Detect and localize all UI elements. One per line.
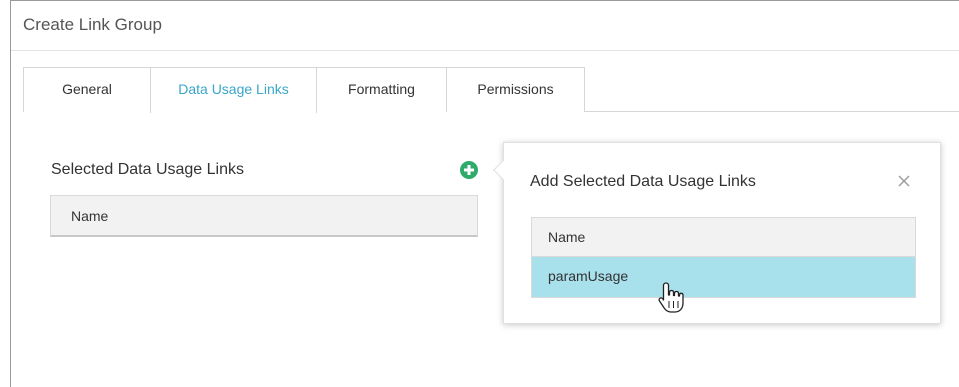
popover-arrow <box>493 160 513 180</box>
plus-circle-icon[interactable] <box>460 161 478 179</box>
tab-bar: General Data Usage Links Formatting Perm… <box>23 67 959 113</box>
column-header-name[interactable]: Name <box>51 196 477 236</box>
tab-general[interactable]: General <box>23 67 151 112</box>
popover-title: Add Selected Data Usage Links <box>530 173 756 190</box>
selected-links-table: Name <box>50 195 478 237</box>
close-icon[interactable] <box>896 173 912 189</box>
dialog-title: Create Link Group <box>11 1 959 51</box>
tab-formatting[interactable]: Formatting <box>316 67 447 112</box>
add-links-popover: Add Selected Data Usage Links Name param… <box>493 142 941 324</box>
column-header-name[interactable]: Name <box>532 218 915 257</box>
table-row[interactable]: paramUsage <box>532 257 915 297</box>
selected-links-title: Selected Data Usage Links <box>51 161 244 178</box>
tab-permissions[interactable]: Permissions <box>446 67 585 112</box>
dialog-frame: Create Link Group General Data Usage Lin… <box>10 0 959 387</box>
tab-data-usage-links[interactable]: Data Usage Links <box>150 67 317 113</box>
available-links-table: Name paramUsage <box>531 217 916 298</box>
